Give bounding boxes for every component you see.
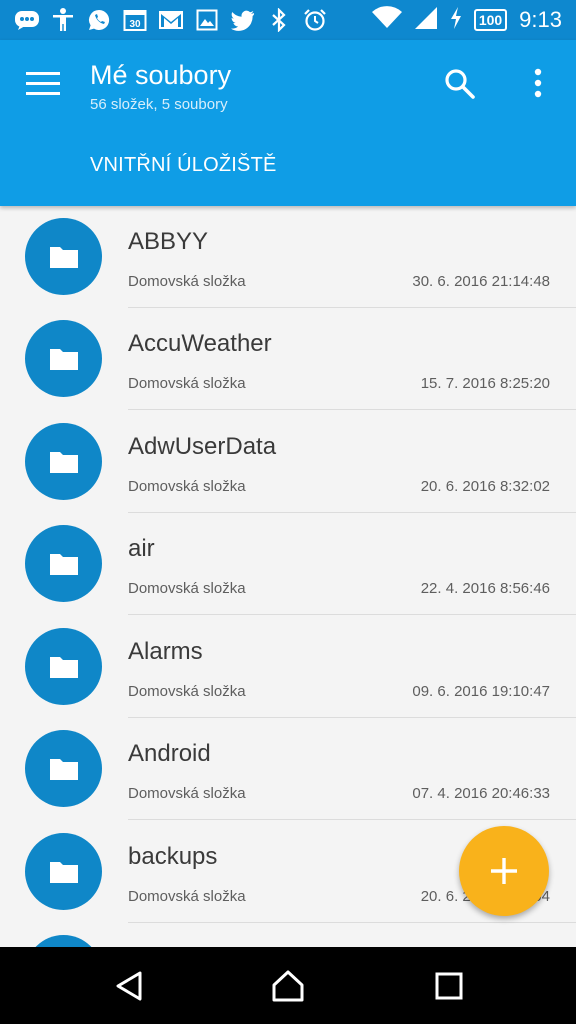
folder-icon [25,628,102,705]
menu-button[interactable] [26,70,62,98]
recents-icon [435,972,463,1000]
chat-icon [14,7,40,33]
page-title: Mé soubory [90,60,232,90]
folder-name: air [128,535,155,562]
folder-name: backups [128,843,218,870]
search-icon [445,69,475,99]
search-button[interactable] [442,66,478,102]
folder-icon [25,423,102,500]
home-button[interactable] [271,969,305,1003]
signal-icon [414,6,438,35]
divider [128,409,576,410]
folder-date: 30. 6. 2016 21:14:48 [412,273,550,290]
app-bar: Mé soubory 56 složek, 5 soubory VNITŘNÍ … [0,40,576,206]
wifi-icon [371,5,402,35]
add-button[interactable] [459,826,549,916]
divider [128,614,576,615]
folder-icon [25,320,102,397]
folder-date: 15. 7. 2016 8:25:20 [420,375,550,392]
menu-icon [26,72,60,75]
folder-type: Domovská složka [128,683,246,700]
folder-icon [25,833,102,910]
list-item[interactable]: AccuWeather Domovská složka 15. 7. 2016 … [0,308,576,410]
home-icon [272,970,304,1002]
folder-type: Domovská složka [128,580,246,597]
clock: 9:13 [519,7,562,32]
svg-text:30: 30 [129,19,141,30]
more-vert-icon [534,68,542,98]
recents-button[interactable] [432,969,466,1003]
battery-indicator: 100 [473,9,508,31]
folder-date: 22. 4. 2016 8:56:46 [420,580,550,597]
folder-type: Domovská složka [128,375,246,392]
list-item[interactable]: ABBYY Domovská složka 30. 6. 2016 21:14:… [0,206,576,308]
gmail-icon [158,7,184,33]
whatsapp-icon [86,7,112,33]
status-bar: 30 100 9:13 [0,0,576,40]
folder-name: Android [128,740,211,767]
folder-name: ABBYY [128,228,209,255]
folder-icon [25,730,102,807]
list-item[interactable] [0,923,576,947]
folder-date: 07. 4. 2016 20:46:33 [412,785,550,802]
more-options-button[interactable] [524,66,552,102]
list-item[interactable]: Android Domovská složka 07. 4. 2016 20:4… [0,718,576,820]
folder-name: Alarms [128,638,203,665]
folder-icon [25,935,102,947]
tab-internal-storage[interactable]: VNITŘNÍ ÚLOŽIŠTĚ [90,154,277,177]
folder-name: AdwUserData [128,433,277,460]
folder-type: Domovská složka [128,785,246,802]
gallery-icon [194,7,220,33]
divider [128,819,576,820]
alarm-icon [302,7,328,33]
folder-type: Domovská složka [128,888,246,905]
folder-name: AccuWeather [128,330,272,357]
back-icon [116,971,142,1001]
nav-bar [0,947,576,1024]
bluetooth-icon [266,7,292,33]
page-subtitle: 56 složek, 5 soubory [90,96,228,113]
list-item[interactable]: air Domovská složka 22. 4. 2016 8:56:46 [0,513,576,615]
folder-type: Domovská složka [128,273,246,290]
list-item[interactable]: AdwUserData Domovská složka 20. 6. 2016 … [0,411,576,513]
calendar-icon: 30 [122,7,148,33]
folder-icon [25,218,102,295]
folder-date: 09. 6. 2016 19:10:47 [412,683,550,700]
charging-icon [450,6,462,34]
twitter-icon [230,7,256,33]
accessibility-icon [50,7,76,33]
plus-icon [491,858,517,884]
back-button[interactable] [112,969,146,1003]
list-item[interactable]: Alarms Domovská složka 09. 6. 2016 19:10… [0,616,576,718]
folder-date: 20. 6. 2016 8:32:02 [420,478,550,495]
folder-type: Domovská složka [128,478,246,495]
folder-icon [25,525,102,602]
